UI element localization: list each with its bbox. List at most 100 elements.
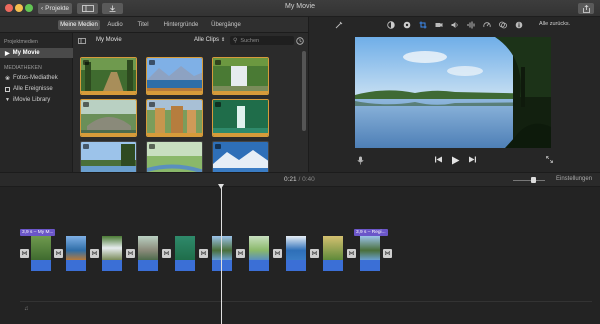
bowtie-icon: ⋈ [200, 251, 207, 257]
tab-audio[interactable]: Audio [104, 20, 126, 30]
reset-all-button[interactable]: Alle zurücks. [539, 21, 570, 27]
info-icon[interactable] [515, 21, 523, 29]
viewer-pane: Alle zurücks. [308, 17, 600, 172]
library-item-imovie-library[interactable]: ▼ iMovie Library [0, 95, 73, 105]
transition-marker[interactable]: ⋈ [273, 249, 282, 258]
projects-button[interactable]: ‹ Projekte [38, 3, 72, 14]
transition-marker[interactable]: ⋈ [199, 249, 208, 258]
transition-marker[interactable]: ⋈ [90, 249, 99, 258]
bowtie-icon: ⋈ [91, 251, 98, 257]
timeline-clip[interactable] [323, 236, 343, 271]
tab-titles[interactable]: Titel [132, 20, 154, 30]
skip-forward-icon[interactable] [469, 156, 476, 163]
play-icon[interactable] [451, 156, 460, 165]
search-placeholder: Suchen [240, 37, 260, 44]
timeline[interactable]: 3,9 s – My M... 3,9 s – Regi... ⋈ ⋈ ⋈ ⋈ … [0, 187, 600, 324]
media-thumbnail[interactable] [146, 57, 203, 95]
filter-icon[interactable] [499, 21, 507, 29]
maximize-window-button[interactable] [25, 4, 33, 12]
media-thumbnail[interactable] [146, 99, 203, 137]
media-thumbnail[interactable] [80, 57, 137, 95]
thumbnail-image [213, 58, 268, 94]
thumbnail-image [81, 58, 136, 94]
video-preview[interactable] [355, 37, 551, 148]
transition-marker[interactable]: ⋈ [126, 249, 135, 258]
skip-back-icon[interactable] [435, 156, 442, 163]
media-thumbnail[interactable] [212, 57, 269, 95]
minimize-window-button[interactable] [15, 4, 23, 12]
color-balance-icon[interactable] [387, 21, 395, 29]
magic-wand-icon[interactable] [335, 21, 343, 29]
tab-my-media[interactable]: Meine Medien [58, 20, 100, 30]
share-button[interactable] [578, 3, 594, 14]
zoom-slider-track[interactable] [513, 180, 545, 181]
clip-image [360, 236, 380, 260]
transition-marker[interactable]: ⋈ [54, 249, 63, 258]
timeline-clip[interactable] [360, 236, 380, 271]
stabilization-icon[interactable] [435, 21, 443, 29]
clip-filter-select[interactable]: Alle Clips ⇕ [194, 37, 225, 43]
timeline-clip[interactable] [31, 236, 51, 271]
browser-settings-icon[interactable] [296, 37, 304, 45]
browser-scrollbar[interactable] [302, 51, 306, 131]
noise-reduction-icon[interactable] [467, 21, 475, 29]
timeline-clip[interactable] [138, 236, 158, 271]
used-indicator [147, 91, 202, 94]
thumbnail-image [147, 58, 202, 94]
clip-audio [360, 260, 380, 271]
timeline-clip[interactable] [212, 236, 232, 271]
timeline-clip[interactable] [249, 236, 269, 271]
microphone-icon[interactable] [357, 156, 364, 165]
bowtie-icon: ⋈ [384, 251, 391, 257]
media-thumbnail[interactable] [212, 99, 269, 137]
transition-marker[interactable]: ⋈ [236, 249, 245, 258]
library-toggle-button[interactable] [77, 3, 98, 14]
video-camera-icon [83, 144, 89, 149]
playhead[interactable] [221, 186, 222, 324]
close-window-button[interactable] [5, 4, 13, 12]
title-clip-label[interactable]: 3,9 s – My M... [20, 229, 56, 236]
thumbnail-image [147, 100, 202, 136]
search-icon: ⚲ [233, 38, 238, 44]
music-lane[interactable] [20, 301, 592, 315]
video-camera-icon [83, 102, 89, 107]
transition-marker[interactable]: ⋈ [20, 249, 29, 258]
volume-icon[interactable] [451, 21, 459, 29]
timeline-clip[interactable] [286, 236, 306, 271]
chevron-updown-icon: ⇕ [221, 37, 226, 43]
timeline-header: 0:21 / 0:40 Einstellungen [0, 172, 600, 187]
timeline-clip[interactable] [175, 236, 195, 271]
crop-icon[interactable] [419, 21, 427, 29]
current-time: 0:21 [284, 176, 297, 183]
transition-marker[interactable]: ⋈ [347, 249, 356, 258]
library-item-photos[interactable]: ❀ Fotos-Mediathek [0, 73, 73, 83]
library-item-label: iMovie Library [12, 97, 51, 103]
bowtie-icon: ⋈ [127, 251, 134, 257]
tab-transitions[interactable]: Übergänge [208, 20, 244, 30]
transition-marker[interactable]: ⋈ [383, 249, 392, 258]
library-item-my-movie[interactable]: ▶ My Movie [0, 48, 73, 58]
media-thumbnail[interactable] [80, 99, 137, 137]
library-item-all-events[interactable]: Alle Ereignisse [0, 84, 73, 94]
bowtie-icon: ⋈ [55, 251, 62, 257]
speed-icon[interactable] [483, 21, 491, 29]
clip-audio [175, 260, 195, 271]
photos-icon: ❀ [5, 75, 11, 82]
import-button[interactable] [102, 3, 123, 14]
title-clip-label[interactable]: 3,9 s – Regi... [354, 229, 388, 236]
title-bar: ‹ Projekte My Movie [0, 0, 600, 17]
zoom-slider-knob[interactable] [531, 177, 536, 183]
timeline-clip[interactable] [66, 236, 86, 271]
used-indicator [213, 91, 268, 94]
search-input[interactable]: ⚲ Suchen [230, 36, 294, 45]
timeline-clip[interactable] [102, 236, 122, 271]
clip-audio [286, 260, 306, 271]
tab-backgrounds[interactable]: Hintergründe [160, 20, 202, 30]
transition-marker[interactable]: ⋈ [162, 249, 171, 258]
share-icon [582, 4, 590, 13]
transition-marker[interactable]: ⋈ [310, 249, 319, 258]
color-correction-icon[interactable] [403, 21, 411, 29]
sidebar-toggle-icon[interactable] [78, 38, 86, 44]
timeline-settings-button[interactable]: Einstellungen [556, 176, 592, 182]
fullscreen-icon[interactable] [546, 156, 553, 163]
